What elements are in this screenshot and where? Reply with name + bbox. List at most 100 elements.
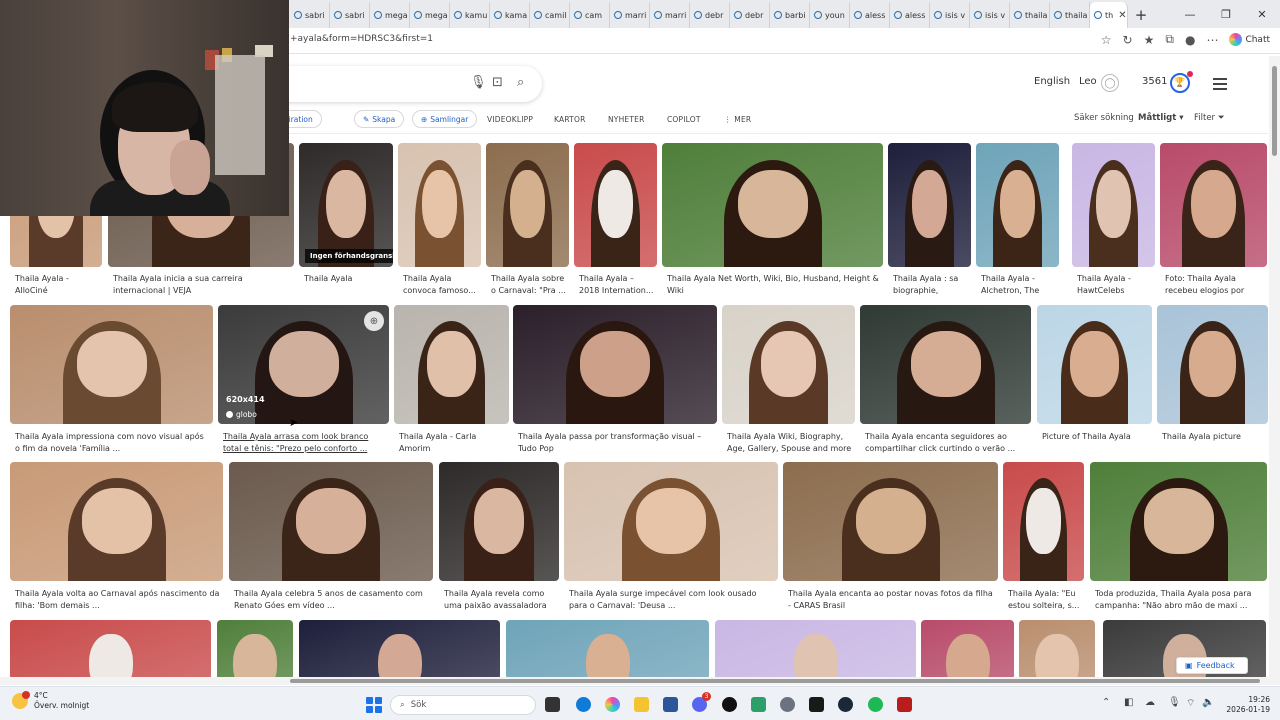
browser-tab[interactable]: thaila xyxy=(1010,2,1050,28)
image-result-thumbnail[interactable] xyxy=(1037,305,1152,424)
image-result-thumbnail[interactable] xyxy=(783,462,998,581)
image-result-caption[interactable]: Thaila Ayala celebra 5 anos de casamento… xyxy=(234,588,430,612)
image-result-thumbnail[interactable] xyxy=(1072,143,1155,267)
tray-app-icon[interactable]: ◧ xyxy=(1124,697,1133,708)
save-to-collection-icon[interactable]: ⊕ xyxy=(364,311,384,331)
favorite-star-icon[interactable]: ☆ xyxy=(1101,33,1112,47)
collections-chip[interactable]: ⊕ Samlingar xyxy=(412,110,478,128)
url-text[interactable]: +ayala&form=HDRSC3&first=1 xyxy=(290,34,433,44)
safe-search-dropdown[interactable]: Måttligt ▾ xyxy=(1138,113,1184,123)
image-result-caption[interactable]: Foto: Thaila Ayala recebeu elogios por e… xyxy=(1165,273,1264,297)
avatar[interactable]: ◯ xyxy=(1101,74,1119,92)
image-result-thumbnail[interactable] xyxy=(1003,462,1084,581)
app-icon[interactable] xyxy=(751,697,766,712)
steam-icon[interactable] xyxy=(838,697,853,712)
rewards-points[interactable]: 3561 xyxy=(1142,76,1167,87)
image-result-caption[interactable]: Thaila Ayala - AlloCiné xyxy=(15,273,99,297)
horizontal-scrollbar[interactable] xyxy=(0,677,1280,685)
image-result-caption[interactable]: Picture of Thaila Ayala xyxy=(1042,431,1149,455)
image-result-caption[interactable]: Thaila Ayala volta ao Carnaval após nasc… xyxy=(15,588,220,612)
file-explorer-icon[interactable] xyxy=(634,697,649,712)
browser-tab[interactable]: aless xyxy=(890,2,930,28)
restore-button[interactable]: ❐ xyxy=(1208,0,1244,28)
image-result-thumbnail[interactable] xyxy=(506,620,709,680)
image-result-caption[interactable]: Thaila Ayala impressiona com novo visual… xyxy=(15,431,210,455)
microphone-icon[interactable]: 🎙 xyxy=(470,75,487,90)
image-result-thumbnail[interactable] xyxy=(394,305,509,424)
image-result-caption[interactable]: Thaila Ayala - Alchetron, The Fre... xyxy=(981,273,1056,297)
image-result-thumbnail[interactable] xyxy=(229,462,433,581)
close-tab-icon[interactable]: ✕ xyxy=(1118,10,1126,21)
image-result-caption[interactable]: Thaila Ayala encanta ao postar novas fot… xyxy=(788,588,995,612)
browser-tab[interactable]: isis v xyxy=(930,2,970,28)
image-result-caption[interactable]: Thaila Ayala surge impecável com look ou… xyxy=(569,588,775,612)
image-result-caption[interactable]: Thaila Ayala : sa biographie, filmo... xyxy=(893,273,968,297)
image-result-thumbnail[interactable] xyxy=(10,620,211,680)
image-result-thumbnail[interactable] xyxy=(921,620,1014,680)
image-result-thumbnail[interactable] xyxy=(439,462,559,581)
browser-tab[interactable]: mega xyxy=(410,2,450,28)
nav-videos[interactable]: VIDEOKLIPP xyxy=(487,115,533,124)
image-result-thumbnail[interactable] xyxy=(976,143,1059,267)
profile-icon[interactable]: ● xyxy=(1185,33,1195,47)
copilot-button[interactable]: Chatt xyxy=(1229,33,1270,46)
image-result-thumbnail[interactable] xyxy=(1019,620,1095,680)
scrollbar-thumb[interactable] xyxy=(290,679,1260,683)
browser-tab[interactable]: debr xyxy=(690,2,730,28)
browser-tab[interactable]: mega xyxy=(370,2,410,28)
nav-news[interactable]: NYHETER xyxy=(608,115,645,124)
image-result-thumbnail[interactable] xyxy=(1090,462,1267,581)
onedrive-icon[interactable]: ☁ xyxy=(1145,697,1155,708)
store-icon[interactable] xyxy=(663,697,678,712)
app-icon[interactable] xyxy=(897,697,912,712)
image-result-thumbnail[interactable] xyxy=(398,143,481,267)
image-result-thumbnail[interactable] xyxy=(1160,143,1267,267)
weather-widget[interactable]: 4°C Överv. molnigt xyxy=(12,691,89,711)
collections-icon[interactable]: ⧉ xyxy=(1165,32,1174,47)
browser-tab[interactable]: debr xyxy=(730,2,770,28)
image-result-caption[interactable]: Thaila Ayala xyxy=(304,273,390,297)
image-result-thumbnail[interactable] xyxy=(860,305,1031,424)
browser-tab[interactable]: marri xyxy=(650,2,690,28)
volume-icon[interactable]: 🔈 xyxy=(1202,697,1214,708)
image-result-thumbnail[interactable] xyxy=(299,620,500,680)
close-window-button[interactable]: ✕ xyxy=(1244,0,1280,28)
clock[interactable]: 19:26 2026-01-19 xyxy=(1218,695,1270,715)
start-button[interactable] xyxy=(366,697,382,713)
image-result-thumbnail[interactable] xyxy=(217,620,293,680)
nav-more[interactable]: ⋮ MER xyxy=(724,115,751,124)
image-result-caption[interactable]: Thaila Ayala - Carla Amorim xyxy=(399,431,506,455)
image-result-caption[interactable]: Thaila Ayala inicia a sua carreira inter… xyxy=(113,273,291,297)
image-result-thumbnail[interactable] xyxy=(486,143,569,267)
scrollbar-thumb[interactable] xyxy=(1272,66,1277,156)
feedback-button[interactable]: ▣ Feedback xyxy=(1176,657,1248,674)
language-link[interactable]: English xyxy=(1034,76,1070,87)
terminal-icon[interactable] xyxy=(809,697,824,712)
user-name[interactable]: Leo xyxy=(1079,76,1097,87)
vertical-scrollbar[interactable] xyxy=(1269,56,1280,678)
nav-maps[interactable]: KARTOR xyxy=(554,115,585,124)
browser-tab[interactable]: aless xyxy=(850,2,890,28)
browser-tab[interactable]: kamu xyxy=(450,2,490,28)
image-result-caption[interactable]: Thaila Ayala Wiki, Biography, Age, Galle… xyxy=(727,431,852,455)
copilot-app-icon[interactable] xyxy=(605,697,620,712)
microphone-tray-icon[interactable]: 🎙 xyxy=(1168,697,1181,708)
minimize-button[interactable]: — xyxy=(1172,0,1208,28)
image-result-thumbnail[interactable] xyxy=(715,620,916,680)
image-result-thumbnail[interactable] xyxy=(662,143,883,267)
search-icon[interactable]: ⌕ xyxy=(517,75,524,90)
wifi-icon[interactable]: ⌔ xyxy=(1186,697,1195,710)
image-result-caption[interactable]: Thaila Ayala picture xyxy=(1162,431,1265,455)
browser-tab[interactable]: barbi xyxy=(770,2,810,28)
image-result-caption[interactable]: Thaila Ayala Net Worth, Wiki, Bio, Husba… xyxy=(667,273,880,297)
image-result-thumbnail[interactable] xyxy=(564,462,778,581)
image-result-caption[interactable]: Toda produzida, Thaila Ayala posa para c… xyxy=(1095,588,1264,612)
browser-tab[interactable]: marri xyxy=(610,2,650,28)
browser-tab[interactable]: sabri xyxy=(330,2,370,28)
image-result-caption[interactable]: Thaila Ayala - HawtCelebs xyxy=(1077,273,1152,297)
create-chip[interactable]: ✎ Skapa xyxy=(354,110,405,128)
image-result-thumbnail[interactable] xyxy=(574,143,657,267)
more-icon[interactable]: ⋯ xyxy=(1206,33,1218,47)
browser-tab[interactable]: thaila xyxy=(1050,2,1090,28)
filter-button[interactable]: Filter ⏷ xyxy=(1194,113,1225,123)
